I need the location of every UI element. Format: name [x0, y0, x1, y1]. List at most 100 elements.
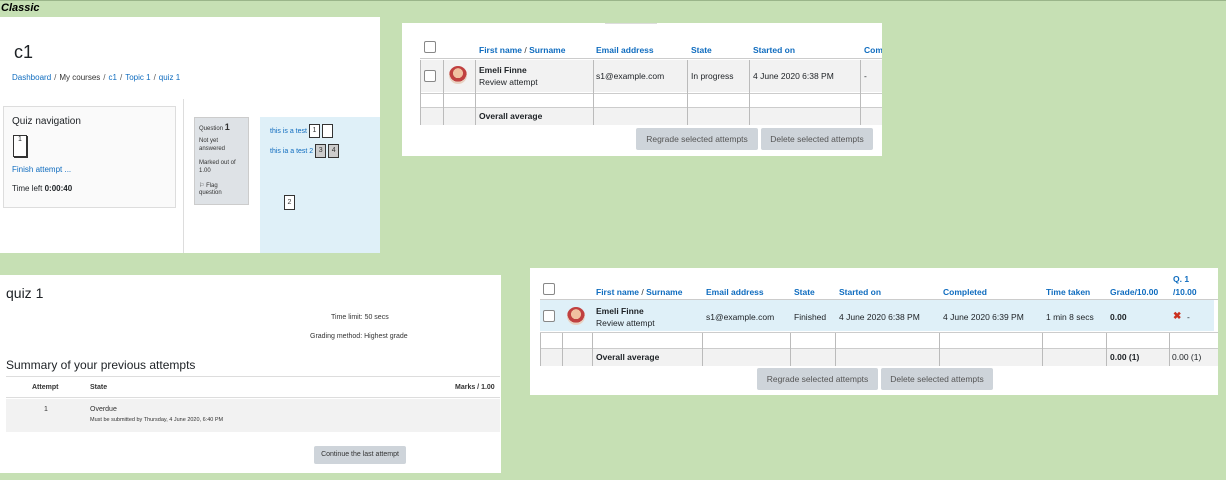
table-row: 1 Overdue Must be submitted by Thursday,…: [6, 399, 500, 432]
overall-grade: 0.00 (1): [1110, 352, 1140, 362]
select-all-checkbox[interactable]: [424, 41, 436, 53]
header-q1-line2[interactable]: /10.00: [1173, 287, 1197, 297]
attempts-report-in-progress: First name / Surname Email address State…: [402, 23, 882, 156]
col-line: [475, 60, 476, 125]
header-name: First name / Surname: [596, 287, 683, 297]
review-attempt-link[interactable]: Review attempt: [479, 77, 538, 87]
continue-last-attempt-button[interactable]: Continue the last attempt: [314, 446, 406, 464]
col-line: [1169, 333, 1170, 366]
drop-box-4[interactable]: 4: [328, 144, 340, 158]
col-attempt: Attempt: [32, 384, 59, 391]
col-marks: Marks / 1.00: [455, 384, 495, 391]
q1-cell: -: [1187, 312, 1190, 322]
student-name-link[interactable]: Emeli Finne: [596, 306, 644, 316]
breadcrumb-course[interactable]: c1: [109, 73, 117, 82]
header-started[interactable]: Started on: [839, 287, 881, 297]
delete-selected-button[interactable]: Delete selected attempts: [881, 368, 993, 390]
col-line: [1042, 333, 1043, 366]
header-email[interactable]: Email address: [596, 45, 654, 55]
grade-link[interactable]: 0.00: [1110, 312, 1127, 322]
drop-row-1: this is a test 1: [270, 124, 333, 138]
header-divider: [420, 58, 882, 59]
sort-first-name[interactable]: First name: [596, 287, 639, 297]
quiz-title: quiz 1: [6, 285, 44, 301]
header-state[interactable]: State: [794, 287, 815, 297]
attempt-state-note: Must be submitted by Thursday, 4 June 20…: [90, 417, 224, 423]
overall-average-label: Overall average: [479, 111, 543, 121]
col-line: [562, 333, 563, 366]
col-line: [939, 333, 940, 366]
col-line: [790, 333, 791, 366]
col-line: [593, 60, 594, 125]
row-divider: [540, 332, 1218, 333]
drop-row-2: this ia a test 234: [270, 144, 340, 158]
breadcrumb-quiz[interactable]: quiz 1: [159, 73, 180, 82]
flag-question[interactable]: ⚐ Flag: [199, 182, 218, 189]
review-attempt-link[interactable]: Review attempt: [596, 318, 655, 328]
col-line: [540, 333, 541, 366]
header-completed[interactable]: Com: [864, 45, 882, 55]
time-limit: Time limit: 50 secs: [331, 314, 389, 321]
regrade-selected-button[interactable]: Regrade selected attempts: [636, 128, 758, 150]
question-nav-button-1[interactable]: 1: [13, 135, 27, 157]
row-checkbox[interactable]: [543, 310, 555, 322]
col-line: [1106, 333, 1107, 366]
header-name: First name / Surname: [479, 45, 566, 55]
breadcrumb: Dashboard / My courses / c1/Topic 1/quiz 1: [12, 73, 181, 82]
regrade-selected-button[interactable]: Regrade selected attempts: [757, 368, 878, 390]
attempt-number: 1: [44, 406, 48, 413]
drag-item-2[interactable]: 2: [284, 195, 295, 210]
breadcrumb-dashboard[interactable]: Dashboard: [12, 73, 51, 82]
header-state[interactable]: State: [691, 45, 712, 55]
header-started[interactable]: Started on: [753, 45, 795, 55]
theme-label: Classic: [1, 2, 40, 14]
col-line: [860, 60, 861, 125]
started-cell: 4 June 2020 6:38 PM: [753, 71, 834, 81]
quiz-summary-panel: quiz 1 Time limit: 50 secs Grading metho…: [0, 275, 501, 473]
drop-row-1-text: this is a test: [270, 127, 307, 135]
breadcrumb-topic[interactable]: Topic 1: [125, 73, 150, 82]
completed-cell: -: [864, 71, 867, 81]
header-q1-line1[interactable]: Q. 1: [1173, 274, 1189, 284]
sort-surname[interactable]: Surname: [529, 45, 565, 55]
overall-q1: 0.00 (1): [1172, 352, 1202, 362]
col-line: [687, 60, 688, 125]
divider: [183, 99, 184, 253]
drop-box-3[interactable]: 3: [315, 144, 327, 158]
drop-box-empty[interactable]: [321, 124, 333, 138]
question-marks-line1: Marked out of: [199, 160, 236, 166]
flag-icon: ⚐: [199, 183, 205, 189]
col-line: [592, 333, 593, 366]
quiz-navigation-block: Quiz navigation 1 Finish attempt ... Tim…: [3, 106, 176, 208]
finish-attempt-link[interactable]: Finish attempt ...: [12, 165, 71, 174]
header-completed[interactable]: Completed: [943, 287, 987, 297]
header-email[interactable]: Email address: [706, 287, 764, 297]
state-cell: In progress: [691, 71, 734, 81]
col-line: [702, 333, 703, 366]
col-line: [443, 60, 444, 125]
breadcrumb-my-courses: My courses: [59, 73, 101, 82]
question-status-line1: Not yet: [199, 138, 219, 144]
question-number: Question 1: [199, 122, 230, 132]
email-cell: s1@example.com: [596, 71, 665, 81]
delete-selected-button[interactable]: Delete selected attempts: [761, 128, 873, 150]
header-time-taken[interactable]: Time taken: [1046, 287, 1090, 297]
sort-first-name[interactable]: First name: [479, 45, 522, 55]
course-title: c1: [14, 42, 34, 62]
time-taken-cell: 1 min 8 secs: [1046, 312, 1094, 322]
row-checkbox[interactable]: [424, 70, 436, 82]
overall-average-label: Overall average: [596, 352, 660, 362]
student-name-link[interactable]: Emeli Finne: [479, 65, 527, 75]
col-line: [835, 333, 836, 366]
question-marks-line2: 1.00: [199, 168, 211, 174]
incorrect-icon: ✖: [1173, 311, 1182, 322]
attempt-state: Overdue: [90, 406, 117, 413]
header-grade[interactable]: Grade/10.00: [1110, 287, 1158, 297]
col-state: State: [90, 384, 108, 391]
sort-surname[interactable]: Surname: [646, 287, 682, 297]
avatar: [449, 66, 467, 84]
select-all-checkbox[interactable]: [543, 283, 555, 295]
email-cell: s1@example.com: [706, 312, 775, 322]
drop-box-1[interactable]: 1: [308, 124, 320, 138]
grading-method: Grading method: Highest grade: [310, 333, 408, 340]
